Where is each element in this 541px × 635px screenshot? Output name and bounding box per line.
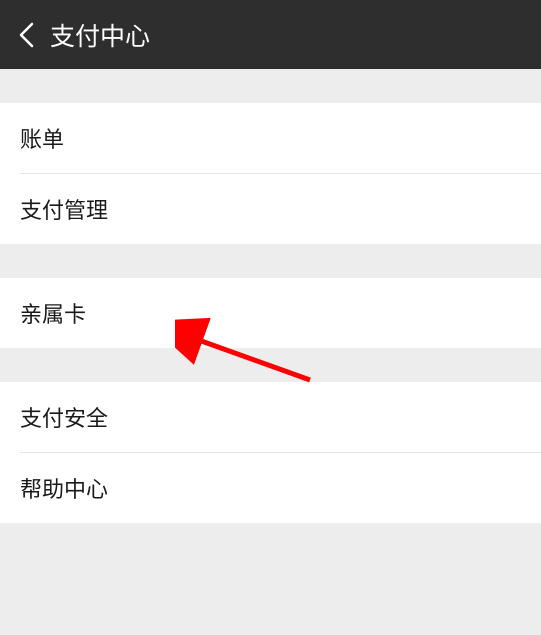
list-item-label: 支付管理 — [20, 193, 108, 225]
list-item-label: 帮助中心 — [20, 472, 108, 504]
list-item-label: 账单 — [20, 122, 64, 154]
section-2: 亲属卡 — [0, 278, 541, 348]
header-bar: 支付中心 — [0, 0, 541, 69]
back-icon[interactable] — [12, 21, 40, 49]
section-1: 账单 支付管理 — [0, 103, 541, 244]
list-item-payment-security[interactable]: 支付安全 — [0, 382, 541, 452]
list-item-payment-management[interactable]: 支付管理 — [0, 174, 541, 244]
section-gap — [0, 244, 541, 278]
section-3: 支付安全 帮助中心 — [0, 382, 541, 523]
section-gap — [0, 69, 541, 103]
list-item-label: 支付安全 — [20, 401, 108, 433]
list-item-bills[interactable]: 账单 — [0, 103, 541, 173]
page-title: 支付中心 — [50, 17, 150, 53]
list-item-label: 亲属卡 — [20, 297, 86, 329]
list-item-help-center[interactable]: 帮助中心 — [0, 453, 541, 523]
list-item-family-card[interactable]: 亲属卡 — [0, 278, 541, 348]
section-gap — [0, 348, 541, 382]
